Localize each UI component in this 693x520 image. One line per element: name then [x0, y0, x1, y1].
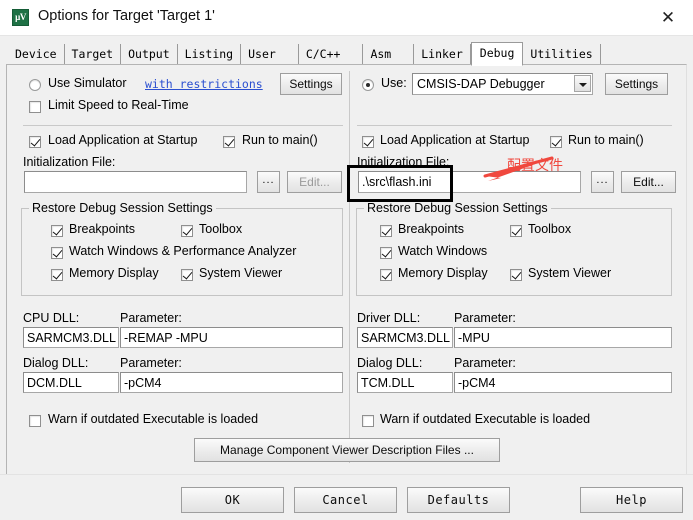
- right-system-viewer-label: System Viewer: [528, 266, 612, 280]
- left-dialog-dll-label: Dialog DLL:: [23, 356, 89, 370]
- right-edit-button[interactable]: Edit...: [621, 171, 676, 193]
- ok-button[interactable]: OK: [181, 487, 284, 513]
- chevron-down-icon[interactable]: [574, 75, 591, 92]
- left-warn-outdated-checkbox[interactable]: [29, 415, 41, 427]
- tab-debug[interactable]: Debug: [470, 42, 524, 66]
- tab-listing[interactable]: Listing: [177, 44, 242, 65]
- right-toolbox-label: Toolbox: [528, 222, 572, 236]
- left-toolbox-label: Toolbox: [199, 222, 243, 236]
- limit-speed-checkbox[interactable]: [29, 101, 41, 113]
- driver-dll-input[interactable]: SARMCM3.DLL: [357, 327, 453, 348]
- left-dialog-parameter-input[interactable]: -pCM4: [120, 372, 343, 393]
- left-watch-windows-checkbox[interactable]: [51, 247, 63, 259]
- debugger-select-value: CMSIS-DAP Debugger: [417, 77, 545, 91]
- left-restore-group-title: Restore Debug Session Settings: [29, 201, 216, 215]
- right-memory-display-checkbox[interactable]: [380, 269, 392, 281]
- right-load-app-label: Load Application at Startup: [380, 133, 530, 147]
- right-dialog-parameter-input[interactable]: -pCM4: [454, 372, 672, 393]
- right-restore-group-title: Restore Debug Session Settings: [364, 201, 551, 215]
- tab-user[interactable]: User: [241, 44, 299, 65]
- left-load-app-checkbox[interactable]: [29, 136, 41, 148]
- use-debugger-label: Use:: [381, 76, 407, 90]
- options-for-target-dialog: µV Options for Target 'Target 1' ✕ Devic…: [0, 0, 693, 520]
- left-dialog-dll-input[interactable]: DCM.DLL: [23, 372, 119, 393]
- right-memory-display-label: Memory Display: [398, 266, 488, 280]
- tab-strip: Device Target Output Listing User C/C++ …: [0, 36, 693, 66]
- manage-component-viewer-button[interactable]: Manage Component Viewer Description File…: [194, 438, 500, 462]
- driver-dll-label: Driver DLL:: [357, 311, 421, 325]
- panel-divider: [349, 71, 350, 463]
- right-watch-windows-checkbox[interactable]: [380, 247, 392, 259]
- debug-tab-panel: Use Simulator with restrictions Settings…: [6, 64, 687, 474]
- right-warn-outdated-label: Warn if outdated Executable is loaded: [380, 412, 591, 426]
- left-system-viewer-label: System Viewer: [199, 266, 283, 280]
- left-run-to-main-label: Run to main(): [242, 133, 318, 147]
- left-separator: [23, 125, 343, 126]
- left-load-app-label: Load Application at Startup: [48, 133, 198, 147]
- simulator-settings-button[interactable]: Settings: [280, 73, 342, 95]
- tab-asm[interactable]: Asm: [363, 44, 415, 65]
- tab-target[interactable]: Target: [64, 44, 122, 65]
- left-init-file-input[interactable]: [24, 171, 247, 193]
- left-browse-button[interactable]: ...: [257, 171, 280, 193]
- right-dialog-dll-label: Dialog DLL:: [357, 356, 423, 370]
- left-breakpoints-checkbox[interactable]: [51, 225, 63, 237]
- left-system-viewer-checkbox[interactable]: [181, 269, 193, 281]
- defaults-button[interactable]: Defaults: [407, 487, 510, 513]
- right-watch-windows-label: Watch Windows: [398, 244, 488, 258]
- title-bar: µV Options for Target 'Target 1' ✕: [0, 0, 693, 36]
- debugger-select[interactable]: CMSIS-DAP Debugger: [412, 73, 593, 95]
- cpu-dll-input[interactable]: SARMCM3.DLL: [23, 327, 119, 348]
- left-toolbox-checkbox[interactable]: [181, 225, 193, 237]
- use-debugger-radio[interactable]: [362, 79, 374, 91]
- left-memory-display-checkbox[interactable]: [51, 269, 63, 281]
- right-system-viewer-checkbox[interactable]: [510, 269, 522, 281]
- left-watch-windows-label: Watch Windows & Performance Analyzer: [69, 244, 297, 258]
- right-breakpoints-checkbox[interactable]: [380, 225, 392, 237]
- left-warn-outdated-label: Warn if outdated Executable is loaded: [48, 412, 259, 426]
- right-breakpoints-label: Breakpoints: [398, 222, 465, 236]
- window-title: Options for Target 'Target 1': [38, 8, 215, 24]
- keil-uvision-icon: µV: [12, 9, 29, 26]
- left-memory-display-label: Memory Display: [69, 266, 159, 280]
- annotation-label: 配置文件: [507, 158, 563, 174]
- tab-utilities[interactable]: Utilities: [523, 44, 601, 65]
- left-run-to-main-checkbox[interactable]: [223, 136, 235, 148]
- driver-parameter-label: Parameter:: [454, 311, 516, 325]
- driver-parameter-input[interactable]: -MPU: [454, 327, 672, 348]
- cpu-parameter-input[interactable]: -REMAP -MPU: [120, 327, 343, 348]
- footer-separator: [0, 474, 693, 475]
- help-button[interactable]: Help: [580, 487, 683, 513]
- tab-linker[interactable]: Linker: [414, 44, 471, 65]
- right-browse-button[interactable]: ...: [591, 171, 614, 193]
- use-simulator-label: Use Simulator: [48, 76, 127, 90]
- debugger-settings-button[interactable]: Settings: [605, 73, 668, 95]
- cpu-parameter-label: Parameter:: [120, 311, 182, 325]
- right-dialog-parameter-label: Parameter:: [454, 356, 516, 370]
- right-separator: [357, 125, 672, 126]
- cancel-button[interactable]: Cancel: [294, 487, 397, 513]
- tab-c-cpp[interactable]: C/C++: [298, 44, 364, 65]
- right-run-to-main-label: Run to main(): [568, 133, 644, 147]
- right-init-file-label: Initialization File:: [357, 155, 450, 169]
- left-breakpoints-label: Breakpoints: [69, 222, 136, 236]
- right-toolbox-checkbox[interactable]: [510, 225, 522, 237]
- with-restrictions-link[interactable]: with restrictions: [145, 77, 263, 91]
- right-warn-outdated-checkbox[interactable]: [362, 415, 374, 427]
- tab-output[interactable]: Output: [121, 44, 178, 65]
- use-simulator-radio[interactable]: [29, 79, 41, 91]
- close-icon[interactable]: ✕: [657, 8, 679, 30]
- left-init-file-label: Initialization File:: [23, 155, 116, 169]
- left-dialog-parameter-label: Parameter:: [120, 356, 182, 370]
- right-run-to-main-checkbox[interactable]: [550, 136, 562, 148]
- left-edit-button[interactable]: Edit...: [287, 171, 342, 193]
- right-load-app-checkbox[interactable]: [362, 136, 374, 148]
- right-dialog-dll-input[interactable]: TCM.DLL: [357, 372, 453, 393]
- limit-speed-label: Limit Speed to Real-Time: [48, 98, 189, 112]
- cpu-dll-label: CPU DLL:: [23, 311, 80, 325]
- tab-device[interactable]: Device: [8, 44, 65, 65]
